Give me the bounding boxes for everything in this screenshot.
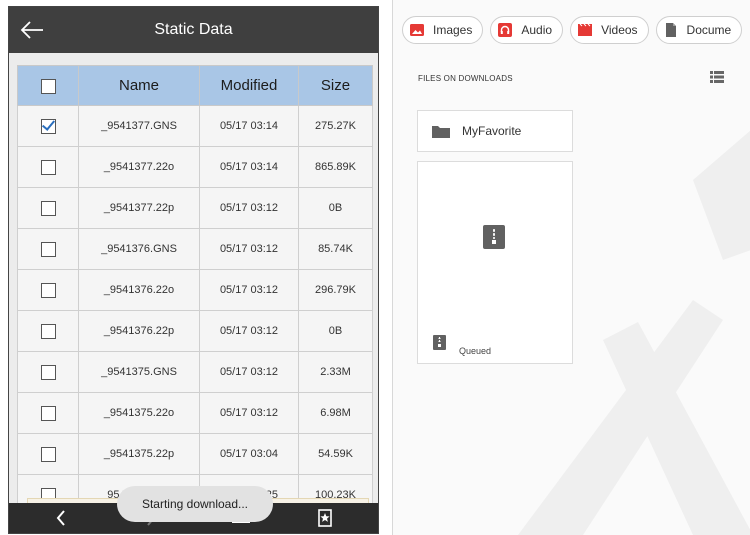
file-name-cell: _9541375.22o <box>78 392 200 434</box>
modified-cell: 05/17 03:14 <box>199 105 299 147</box>
nav-back-button[interactable] <box>49 507 73 529</box>
chip-audio[interactable]: Audio <box>490 16 564 44</box>
row-select-cell[interactable] <box>17 433 79 475</box>
list-view-icon <box>710 71 724 83</box>
modified-cell: 05/17 03:12 <box>199 187 299 229</box>
table-header-row: Name Modified Size <box>17 65 373 106</box>
size-cell: 6.98M <box>298 392 373 434</box>
image-icon <box>409 22 425 38</box>
column-header-name[interactable]: Name <box>78 65 200 106</box>
row-checkbox[interactable] <box>40 159 56 175</box>
size-cell: 0B <box>298 310 373 352</box>
chip-videos-label: Videos <box>601 23 638 37</box>
chip-images-label: Images <box>433 23 473 37</box>
table-row[interactable]: _9541376.GNS 05/17 03:12 85.74K <box>17 228 373 270</box>
table-row[interactable]: _9541375.22p 05/17 03:04 54.59K <box>17 433 373 475</box>
zip-archive-icon <box>483 225 505 254</box>
row-checkbox[interactable] <box>40 241 56 257</box>
download-toast: Starting download... <box>117 486 273 522</box>
modified-cell: 05/17 03:12 <box>199 228 299 270</box>
file-name-cell: _9541377.GNS <box>78 105 200 147</box>
clapperboard-icon <box>577 22 593 38</box>
size-cell: 0B <box>298 187 373 229</box>
row-checkbox[interactable] <box>40 118 56 134</box>
back-chevron-icon <box>56 510 65 526</box>
table-row[interactable]: _9541376.22p 05/17 03:12 0B <box>17 310 373 352</box>
row-checkbox[interactable] <box>40 405 56 421</box>
document-icon <box>663 22 679 38</box>
row-select-cell[interactable] <box>17 351 79 393</box>
downloads-screen: Images Audio Videos Docume FILES ON DOWN… <box>392 0 750 535</box>
size-cell: 2.33M <box>298 351 373 393</box>
row-select-cell[interactable] <box>17 105 79 147</box>
queued-file-card[interactable]: Queued <box>417 161 573 364</box>
row-select-cell[interactable] <box>17 146 79 188</box>
chip-documents-label: Docume <box>686 23 732 37</box>
app-header: Static Data <box>9 7 378 53</box>
row-select-cell[interactable] <box>17 228 79 270</box>
size-cell: 865.89K <box>298 146 373 188</box>
headphones-icon <box>497 22 513 38</box>
row-checkbox[interactable] <box>40 364 56 380</box>
row-checkbox[interactable] <box>40 200 56 216</box>
row-checkbox[interactable] <box>40 282 56 298</box>
modified-cell: 05/17 03:14 <box>199 146 299 188</box>
table-row[interactable]: _9541375.GNS 05/17 03:12 2.33M <box>17 351 373 393</box>
zip-file-icon <box>433 335 446 355</box>
chip-audio-label: Audio <box>521 23 553 37</box>
file-name-cell: _9541376.22o <box>78 269 200 311</box>
table-row[interactable]: _9541377.22o 05/17 03:14 865.89K <box>17 146 373 188</box>
file-name-cell: _9541376.GNS <box>78 228 200 270</box>
folder-icon <box>432 124 450 138</box>
file-name-cell: _9541377.22o <box>78 146 200 188</box>
row-select-cell[interactable] <box>17 187 79 229</box>
column-header-modified[interactable]: Modified <box>199 65 299 106</box>
row-select-cell[interactable] <box>17 269 79 311</box>
file-name-cell: _9541377.22p <box>78 187 200 229</box>
size-cell: 275.27K <box>298 105 373 147</box>
select-all-checkbox[interactable] <box>40 78 56 94</box>
file-table: Name Modified Size _9541377.GNS 05/17 03:… <box>17 65 373 516</box>
folder-myfavorite[interactable]: MyFavorite <box>417 110 573 152</box>
static-data-screen: Static Data Name Modified Size _9541377.… <box>8 6 379 534</box>
page-title: Static Data <box>154 21 233 38</box>
list-view-button[interactable] <box>710 70 724 88</box>
row-select-cell[interactable] <box>17 310 79 352</box>
modified-cell: 05/17 03:12 <box>199 392 299 434</box>
table-row[interactable]: _9541377.22p 05/17 03:12 0B <box>17 187 373 229</box>
folder-name: MyFavorite <box>462 124 522 138</box>
chip-documents[interactable]: Docume <box>655 16 743 44</box>
size-cell: 296.79K <box>298 269 373 311</box>
bookmark-icon <box>318 509 332 527</box>
modified-cell: 05/17 03:04 <box>199 433 299 475</box>
category-chips: Images Audio Videos Docume <box>402 16 743 44</box>
size-cell: 85.74K <box>298 228 373 270</box>
modified-cell: 05/17 03:12 <box>199 269 299 311</box>
section-label: FILES ON DOWNLOADS <box>418 74 513 83</box>
chip-images[interactable]: Images <box>402 16 484 44</box>
file-name-cell: _9541376.22p <box>78 310 200 352</box>
table-row[interactable]: _9541377.GNS 05/17 03:14 275.27K <box>17 105 373 147</box>
select-all-cell[interactable] <box>17 65 79 106</box>
modified-cell: 05/17 03:12 <box>199 310 299 352</box>
column-header-size[interactable]: Size <box>298 65 373 106</box>
row-checkbox[interactable] <box>40 323 56 339</box>
file-status: Queued <box>459 346 492 356</box>
modified-cell: 05/17 03:12 <box>199 351 299 393</box>
file-name-cell: _9541375.22p <box>78 433 200 475</box>
file-table-container: Name Modified Size _9541377.GNS 05/17 03:… <box>17 65 373 516</box>
size-cell: 54.59K <box>298 433 373 475</box>
row-checkbox[interactable] <box>40 446 56 462</box>
table-row[interactable]: _9541376.22o 05/17 03:12 296.79K <box>17 269 373 311</box>
nav-bookmark-button[interactable] <box>313 507 337 529</box>
table-row[interactable]: _9541375.22o 05/17 03:12 6.98M <box>17 392 373 434</box>
chip-videos[interactable]: Videos <box>570 16 649 44</box>
file-name-cell: _9541375.GNS <box>78 351 200 393</box>
row-select-cell[interactable] <box>17 392 79 434</box>
